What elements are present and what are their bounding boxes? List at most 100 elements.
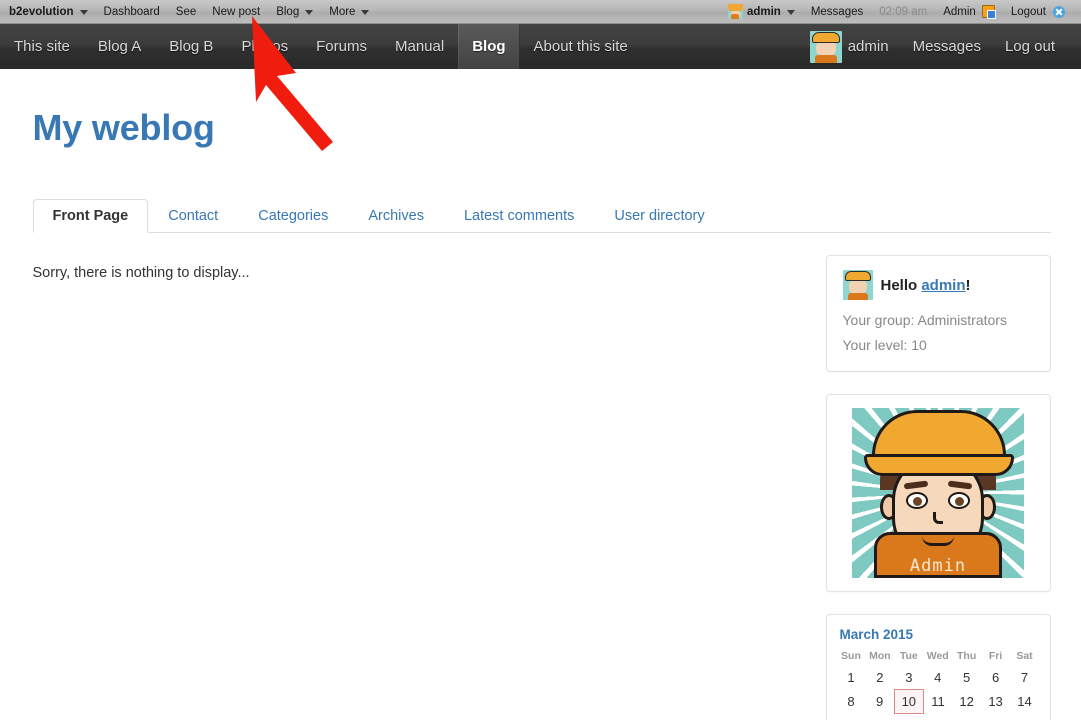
calendar-day-cell[interactable]: 11 — [923, 690, 952, 714]
nav-item-this-site[interactable]: This site — [0, 24, 84, 69]
nav-user-label: admin — [847, 38, 889, 55]
user-level-line: Your level: 10 — [842, 337, 927, 353]
tab-archives-label: Archives — [368, 207, 424, 224]
calendar-day-cell[interactable]: 4 — [923, 666, 952, 690]
admin-user-menu[interactable]: admin — [720, 0, 803, 23]
tab-categories[interactable]: Categories — [238, 199, 348, 234]
page-body: My weblog Front Page Contact Categories … — [0, 69, 1081, 720]
admin-menu-blog[interactable]: Blog — [268, 0, 321, 23]
chevron-down-icon — [361, 9, 370, 15]
tab-contact[interactable]: Contact — [148, 199, 238, 234]
nav-item-about-this-site[interactable]: About this site — [520, 24, 642, 69]
page-title: My weblog — [32, 107, 215, 148]
main-nav-items: This site Blog A Blog B Photos Forums Ma… — [0, 24, 642, 69]
calendar-day-cell[interactable]: 15 — [837, 714, 866, 720]
page-container: My weblog Front Page Contact Categories … — [31, 69, 1051, 720]
calendar-title: March 2015 — [839, 627, 914, 642]
tab-archives[interactable]: Archives — [348, 199, 444, 234]
calendar-day-cell[interactable]: 1 — [837, 666, 866, 690]
calendar-day-cell[interactable]: 7 — [1010, 666, 1039, 690]
widget-calendar: March 2015 Sun Mon Tue Wed Thu Fri Sat 1… — [825, 614, 1051, 720]
user-avatar-large-icon: Admin — [852, 408, 1024, 578]
calendar-day-header: Fri — [988, 650, 1003, 662]
calendar-day-cell-today[interactable]: 10 — [893, 689, 924, 714]
main-content-column: Sorry, there is nothing to display... — [33, 255, 826, 720]
calendar-day-cell[interactable]: 9 — [865, 690, 894, 714]
nav-item-this-site-label: This site — [14, 38, 70, 55]
tab-front-page[interactable]: Front Page — [32, 198, 149, 233]
admin-toolbar-left: b2evolution Dashboard See New post Blog … — [0, 0, 377, 23]
calendar-week-row: 15 16 17 18 19 20 21 — [837, 714, 1040, 720]
blog-tab-bar: Front Page Contact Categories Archives L… — [32, 195, 1051, 234]
calendar-day-cell[interactable]: 19 — [952, 714, 981, 720]
hello-row: Hello admin! — [842, 270, 1034, 300]
tab-front-page-label: Front Page — [52, 207, 129, 224]
tab-categories-label: Categories — [258, 207, 329, 224]
calendar-day-cell[interactable]: 12 — [952, 690, 981, 714]
admin-panel-icon — [981, 5, 996, 19]
admin-menu-more[interactable]: More — [321, 0, 377, 23]
admin-brand-menu[interactable]: b2evolution — [0, 0, 96, 23]
avatar-image-label: Admin — [909, 556, 967, 576]
content-columns: Sorry, there is nothing to display... He… — [33, 255, 1051, 720]
calendar-day-cell[interactable]: 3 — [894, 666, 923, 690]
nav-item-manual[interactable]: Manual — [381, 24, 458, 69]
admin-clock: 02:09 am — [879, 5, 928, 18]
admin-menu-dashboard[interactable]: Dashboard — [96, 0, 168, 23]
calendar-day-cell[interactable]: 17 — [894, 714, 923, 720]
nav-messages-label: Messages — [912, 38, 981, 55]
admin-menu-new-post[interactable]: New post — [204, 0, 268, 23]
calendar-day-cell[interactable]: 13 — [981, 690, 1010, 714]
nav-messages-link[interactable]: Messages — [901, 38, 993, 55]
hello-username-link[interactable]: admin — [921, 277, 965, 294]
calendar-week-row: 8 9 10 11 12 13 14 — [837, 689, 1040, 714]
admin-menu-new-post-label: New post — [212, 5, 261, 18]
calendar-day-cell[interactable]: 6 — [981, 666, 1010, 690]
calendar-day-cell[interactable]: 5 — [952, 666, 981, 690]
calendar-day-cell[interactable]: 20 — [981, 714, 1010, 720]
hello-suffix: ! — [965, 276, 971, 294]
admin-menu-see[interactable]: See — [168, 0, 204, 23]
main-nav-user-area: admin Messages Log out — [798, 24, 1081, 69]
admin-menu-more-label: More — [329, 5, 356, 18]
hello-prefix: Hello — [880, 276, 922, 294]
calendar-day-cell[interactable]: 2 — [865, 666, 894, 690]
user-avatar-icon — [809, 30, 842, 63]
admin-user-label: admin — [746, 5, 781, 18]
user-avatar-icon — [842, 270, 873, 300]
calendar-day-cell[interactable]: 18 — [923, 714, 952, 720]
admin-panel-label: Admin — [943, 5, 976, 18]
calendar-day-header: Sun — [841, 650, 861, 662]
admin-menu-dashboard-label: Dashboard — [103, 5, 160, 18]
calendar-header-row: Sun Mon Tue Wed Thu Fri Sat — [837, 648, 1040, 666]
nav-logout-label: Log out — [1004, 38, 1055, 55]
nav-item-photos[interactable]: Photos — [227, 24, 302, 69]
admin-messages-link[interactable]: Messages — [803, 0, 871, 23]
admin-brand-label: b2evolution — [9, 5, 74, 18]
calendar-day-cell[interactable]: 21 — [1010, 714, 1039, 720]
nav-logout-link[interactable]: Log out — [993, 38, 1067, 55]
empty-state-message: Sorry, there is nothing to display... — [32, 265, 250, 281]
tab-user-directory[interactable]: User directory — [594, 199, 724, 234]
nav-user-link[interactable]: admin — [798, 30, 901, 63]
admin-menu-blog-label: Blog — [276, 5, 300, 18]
nav-item-blog[interactable]: Blog — [458, 24, 520, 69]
nav-item-blog-label: Blog — [472, 38, 506, 55]
admin-logout-link[interactable]: Logout — [1003, 0, 1073, 23]
tab-user-directory-label: User directory — [614, 207, 705, 224]
nav-item-blog-b-label: Blog B — [169, 38, 214, 55]
calendar-day-header: Sat — [1016, 650, 1033, 662]
admin-logout-label: Logout — [1010, 5, 1046, 18]
widget-user-info: Hello admin! Your group: Administrators … — [825, 255, 1051, 372]
calendar-day-cell[interactable]: 8 — [837, 690, 866, 714]
tab-latest-comments[interactable]: Latest comments — [444, 199, 594, 234]
calendar-day-cell[interactable]: 14 — [1010, 690, 1039, 714]
nav-item-forums[interactable]: Forums — [302, 24, 381, 69]
admin-toolbar-right: admin Messages 02:09 am Admin Logout — [720, 0, 1081, 23]
calendar-day-cell[interactable]: 16 — [865, 714, 894, 720]
nav-item-forums-label: Forums — [316, 38, 367, 55]
admin-panel-link[interactable]: Admin — [935, 0, 1003, 23]
nav-item-blog-b[interactable]: Blog B — [155, 24, 227, 69]
calendar-week-row: 1 2 3 4 5 6 7 — [837, 666, 1040, 690]
nav-item-blog-a[interactable]: Blog A — [84, 24, 155, 69]
